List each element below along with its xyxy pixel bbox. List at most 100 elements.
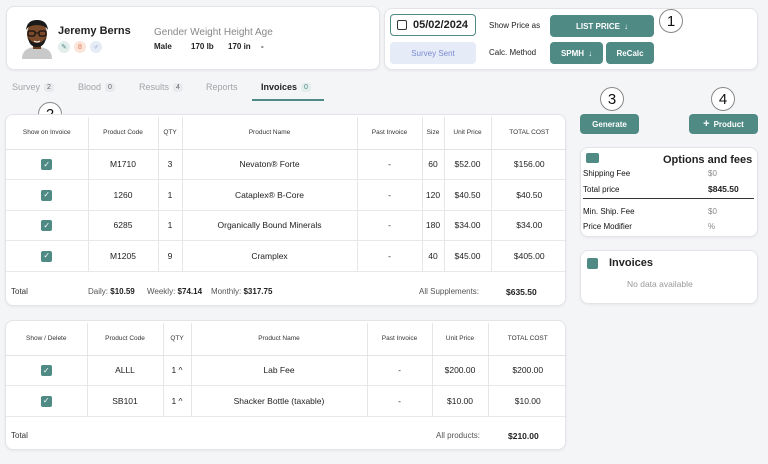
tab-count: 0	[105, 82, 115, 92]
product-name: Nevaton® Forte	[182, 149, 358, 180]
show-checkbox[interactable]: ✓	[6, 385, 88, 417]
product-qty[interactable]: 3	[158, 149, 183, 180]
calc-method-label: Calc. Method	[489, 48, 537, 57]
product-code: M1205	[88, 240, 159, 272]
all-products-value: $210.00	[508, 431, 539, 441]
list-price-label: LIST PRICE	[575, 21, 620, 31]
show-checkbox[interactable]: ✓	[6, 210, 89, 241]
tab-count: 4	[173, 82, 183, 92]
check-icon: ✓	[40, 395, 52, 407]
supplements-table: Show on Invoice Product Code QTY Product…	[6, 117, 567, 272]
show-checkbox[interactable]: ✓	[6, 355, 88, 386]
col-header: Product Code	[88, 117, 159, 150]
tab-label: Survey	[12, 82, 41, 92]
show-checkbox[interactable]: ✓	[6, 240, 89, 272]
tab-label: Blood	[78, 82, 102, 92]
fees-icon	[586, 153, 599, 163]
chevron-up-icon[interactable]: ^	[179, 396, 183, 406]
spmh-label: SPMH	[560, 48, 585, 58]
all-supplements-value: $635.50	[506, 287, 537, 297]
product-code: 1260	[88, 179, 159, 211]
unit-price: $40.50	[444, 179, 492, 211]
list-price-button[interactable]: LIST PRICE ↓	[550, 15, 654, 37]
patient-card: Jeremy Berns ✎ 8 ♂ Gender Weight Height …	[6, 6, 380, 70]
past-invoice: -	[357, 179, 423, 211]
product-qty[interactable]: 1	[158, 179, 183, 211]
unit-price: $200.00	[432, 355, 489, 386]
leaf-icon[interactable]: ✎	[58, 41, 70, 53]
total-cost: $34.00	[491, 210, 567, 241]
daily-value: $10.59	[110, 287, 135, 296]
table-row: ✓ 6285 1 Organically Bound Minerals - 18…	[6, 210, 567, 241]
product-qty-stepper[interactable]: 1 ^	[163, 385, 192, 417]
col-header: Show on Invoice	[6, 117, 89, 150]
unit-price: $45.00	[444, 240, 492, 272]
tab-invoices[interactable]: Invoices 0	[261, 82, 311, 92]
product-qty[interactable]: 9	[158, 240, 183, 272]
col-header: QTY	[163, 323, 192, 356]
add-product-label: Product	[713, 119, 744, 129]
survey-sent-button[interactable]: Survey Sent	[390, 42, 476, 64]
show-price-label: Show Price as	[489, 21, 541, 30]
chevron-up-icon[interactable]: ^	[179, 365, 183, 375]
col-header: Unit Price	[432, 323, 489, 356]
col-header: Past Invoice	[367, 323, 433, 356]
min-ship-fee-value[interactable]: $0	[708, 207, 717, 216]
monthly-total: Monthly: $317.75	[211, 287, 272, 296]
tag-count-badge[interactable]: 8	[74, 41, 86, 53]
col-header: TOTAL COST	[488, 323, 567, 356]
tab-label: Invoices	[261, 82, 298, 92]
product-size: 180	[422, 210, 445, 241]
past-invoice: -	[357, 210, 423, 241]
weekly-total: Weekly: $74.14	[147, 287, 202, 296]
patient-gender: Male	[154, 42, 172, 51]
col-header: Unit Price	[444, 117, 492, 150]
min-ship-fee-label: Min. Ship. Fee	[583, 207, 635, 216]
show-checkbox[interactable]: ✓	[6, 149, 89, 180]
col-header: TOTAL COST	[491, 117, 567, 150]
total-price-label: Total price	[583, 185, 620, 194]
product-qty[interactable]: 1	[158, 210, 183, 241]
check-icon: ✓	[41, 220, 53, 231]
product-qty-stepper[interactable]: 1 ^	[163, 355, 192, 386]
generate-button[interactable]: Generate	[580, 114, 639, 134]
price-modifier-value[interactable]: %	[708, 222, 715, 231]
daily-total: Daily: $10.59	[88, 287, 135, 296]
daily-label: Daily:	[88, 287, 109, 296]
spmh-button[interactable]: SPMH ↓	[550, 42, 603, 64]
annotation-1: 1	[659, 9, 683, 33]
show-checkbox[interactable]: ✓	[6, 179, 89, 211]
recalc-button[interactable]: ReCalc	[606, 42, 654, 64]
past-invoice: -	[357, 240, 423, 272]
invoices-title: Invoices	[609, 257, 654, 269]
check-icon: ✓	[41, 159, 53, 170]
product-size: 40	[422, 240, 445, 272]
annotation-4: 4	[711, 87, 735, 111]
tab-blood[interactable]: Blood 0	[78, 82, 115, 92]
product-qty: 1	[171, 365, 177, 376]
options-title: Options and fees	[663, 154, 753, 166]
patient-tags: ✎ 8 ♂	[58, 41, 102, 53]
col-header: Product Name	[191, 323, 368, 356]
products-card: Show / Delete Product Code QTY Product N…	[5, 320, 567, 450]
product-size: 120	[422, 179, 445, 211]
invoice-icon	[587, 258, 598, 269]
tab-survey[interactable]: Survey 2	[12, 82, 54, 92]
person-icon[interactable]: ♂	[90, 41, 102, 53]
check-icon: ✓	[41, 250, 53, 262]
add-product-button[interactable]: + Product	[689, 114, 758, 134]
all-products-label: All products:	[436, 431, 481, 440]
tab-results[interactable]: Results 4	[139, 82, 183, 92]
monthly-label: Monthly:	[211, 287, 242, 296]
shipping-fee-value[interactable]: $0	[708, 169, 717, 178]
patient-height: 170 in	[228, 42, 251, 51]
unit-price: $10.00	[432, 385, 489, 417]
col-header: QTY	[158, 117, 183, 150]
col-header: Past Invoice	[357, 117, 423, 150]
tab-reports[interactable]: Reports	[206, 82, 238, 92]
date-picker[interactable]: 05/02/2024	[390, 14, 476, 36]
patient-weight: 170 lb	[191, 42, 214, 51]
product-code: M1710	[88, 149, 159, 180]
arrow-down-icon: ↓	[588, 48, 593, 58]
weekly-value: $74.14	[177, 287, 203, 296]
